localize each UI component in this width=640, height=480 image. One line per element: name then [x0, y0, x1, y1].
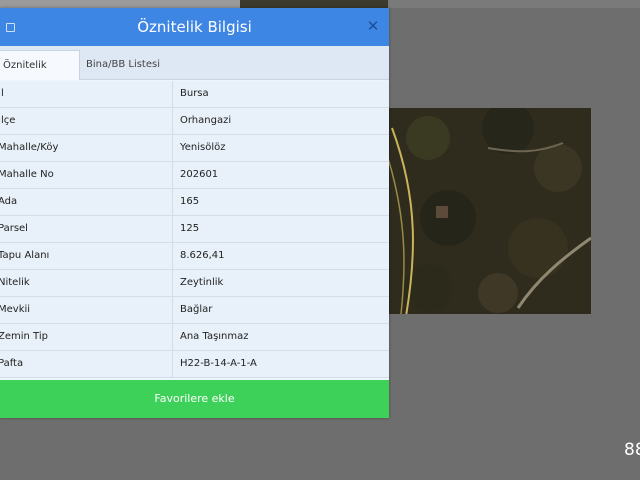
table-row: İlçe Orhangazi	[0, 108, 389, 135]
tab-bar: Öznitelik Bilgisi Bina/BB Listesi	[0, 46, 389, 100]
table-row: Ada 165	[0, 189, 389, 216]
table-row: Nitelik Zeytinlik	[0, 270, 389, 297]
table-row: Pafta H22-B-14-A-1-A	[0, 351, 389, 378]
row-key: Mahalle/Köy	[0, 135, 173, 161]
satellite-texture	[388, 108, 591, 314]
row-key: Nitelik	[0, 270, 173, 296]
table-row: Tapu Alanı 8.626,41	[0, 243, 389, 270]
row-key: Mevkii	[0, 297, 173, 323]
attribute-info-dialog: Öznitelik Bilgisi ✕ Öznitelik Bilgisi Bi…	[0, 8, 389, 418]
map-top-strip	[0, 0, 640, 8]
row-key: Pafta	[0, 351, 173, 377]
row-value: Zeytinlik	[180, 277, 224, 288]
row-key: Zemin Tip	[0, 324, 173, 350]
row-key: Parsel	[0, 216, 173, 242]
attribute-table: İl Bursa İlçe Orhangazi Mahalle/Köy Yeni…	[0, 81, 389, 378]
row-value: 8.626,41	[180, 250, 225, 261]
corner-number: 88	[624, 440, 640, 460]
tab-building-list[interactable]: Bina/BB Listesi	[80, 50, 166, 79]
row-key: Ada	[0, 189, 173, 215]
satellite-map-image[interactable]	[388, 108, 591, 314]
table-row: İl Bursa	[0, 81, 389, 108]
row-key: İlçe	[0, 108, 173, 134]
close-icon[interactable]: ✕	[366, 17, 380, 35]
row-key: İl	[0, 81, 173, 107]
table-row: Mahalle/Köy Yenisölöz	[0, 135, 389, 162]
add-to-favorites-button[interactable]: Favorilere ekle	[0, 380, 389, 418]
row-value: 165	[180, 196, 200, 207]
row-key: Mahalle No	[0, 162, 173, 188]
row-value: H22-B-14-A-1-A	[180, 358, 257, 369]
map-strip-dark	[240, 0, 388, 8]
table-row: Mevkii Bağlar	[0, 297, 389, 324]
row-value: Yenisölöz	[180, 142, 226, 153]
row-value: Ana Taşınmaz	[180, 331, 249, 342]
row-value: Bursa	[180, 88, 209, 99]
row-value: 202601	[180, 169, 219, 180]
row-value: 125	[180, 223, 200, 234]
row-value: Orhangazi	[180, 115, 232, 126]
row-value: Bağlar	[180, 304, 213, 315]
tab-attribute-info[interactable]: Öznitelik Bilgisi	[0, 50, 80, 100]
dialog-header: Öznitelik Bilgisi ✕	[0, 8, 389, 46]
table-row: Zemin Tip Ana Taşınmaz	[0, 324, 389, 351]
dialog-title: Öznitelik Bilgisi	[137, 18, 252, 36]
map-strip-light	[0, 0, 240, 8]
table-row: Mahalle No 202601	[0, 162, 389, 189]
row-key: Tapu Alanı	[0, 243, 173, 269]
table-row: Parsel 125	[0, 216, 389, 243]
